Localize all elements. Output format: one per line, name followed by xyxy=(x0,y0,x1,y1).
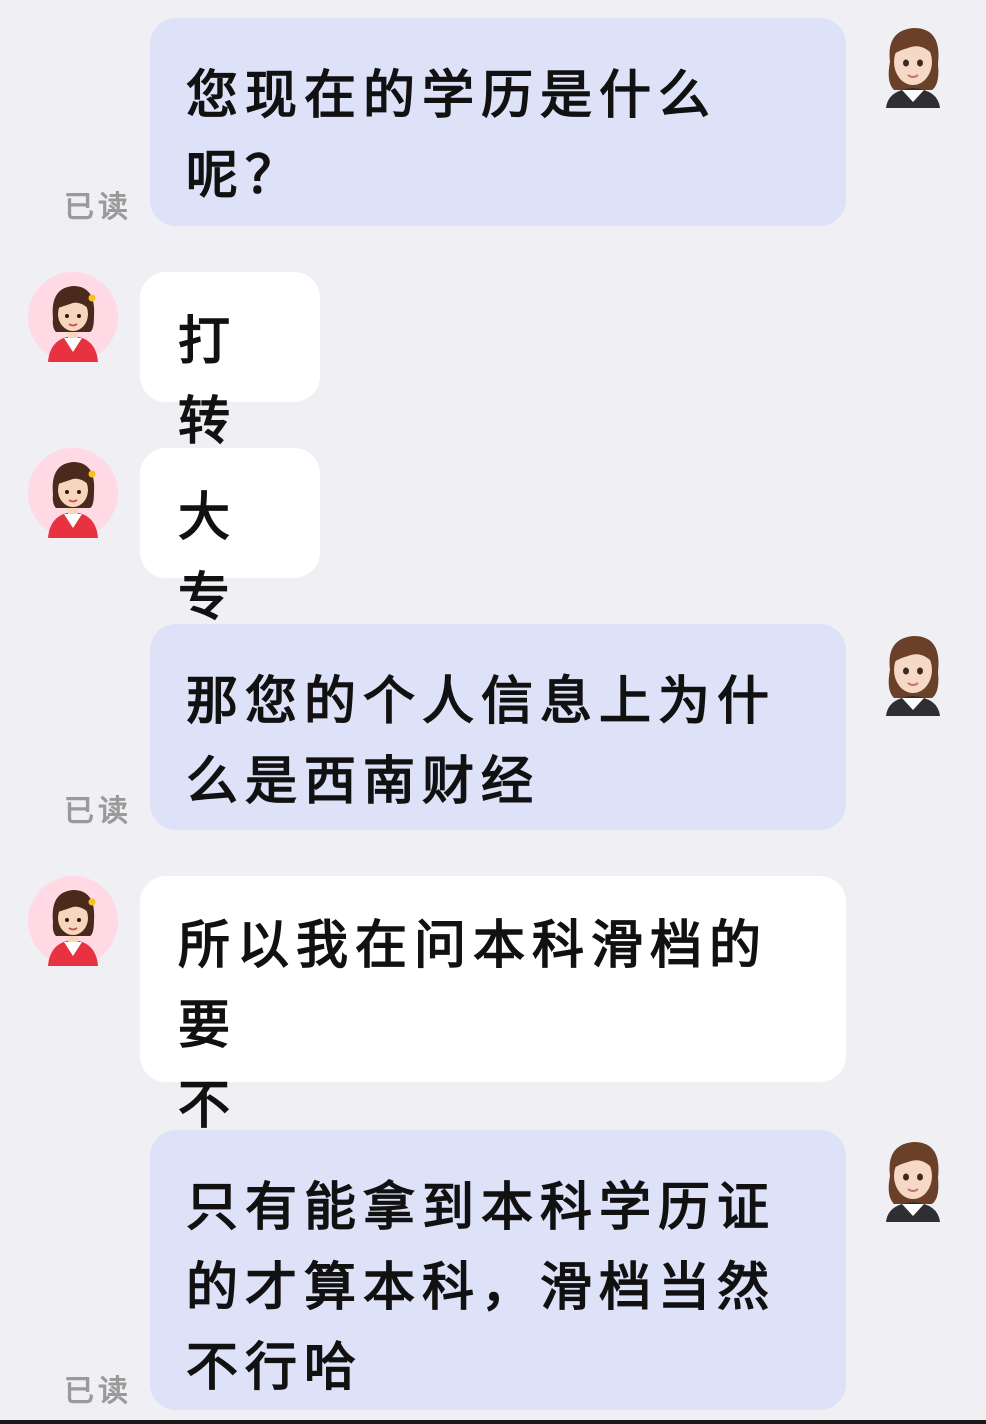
user-avatar-icon[interactable] xyxy=(28,272,118,362)
message-text-line: 打转 xyxy=(178,312,238,452)
message-text-line: 只有能拿到本科学历证 xyxy=(186,1178,777,1238)
agent-avatar-icon[interactable] xyxy=(868,18,958,108)
message-text-line: 的才算本科，滑档当然 xyxy=(186,1258,777,1318)
user-avatar-icon[interactable] xyxy=(28,448,118,538)
agent-avatar-icon[interactable] xyxy=(868,1132,958,1222)
message-text-line: 您现在的学历是什么 xyxy=(186,66,718,126)
agent-avatar-icon[interactable] xyxy=(868,626,958,716)
message-bubble-outgoing[interactable]: 您现在的学历是什么 呢？ xyxy=(150,18,846,226)
message-text-line: 呢？ xyxy=(186,146,305,206)
read-status: 已读 xyxy=(64,1374,132,1409)
user-avatar-icon[interactable] xyxy=(28,876,118,966)
message-text-line: 不行哈 xyxy=(186,1338,364,1398)
read-status: 已读 xyxy=(64,794,132,829)
message-bubble-incoming[interactable]: 大专 xyxy=(140,448,320,628)
message-bubble-outgoing[interactable]: 只有能拿到本科学历证 的才算本科，滑档当然 不行哈 xyxy=(150,1130,846,1410)
read-status: 已读 xyxy=(64,190,132,225)
message-bubble-incoming[interactable]: 所以我在问本科滑档的要 不 xyxy=(140,876,846,1136)
message-text-line: 大专 xyxy=(178,488,238,628)
message-text-line: 那您的个人信息上为什 xyxy=(186,672,777,732)
message-bubble-incoming[interactable]: 打转 xyxy=(140,272,320,452)
message-text-line: 么是西南财经 xyxy=(186,752,541,812)
bottom-divider xyxy=(0,1420,986,1424)
message-text-line: 所以我在问本科滑档的要 xyxy=(178,916,769,1056)
message-bubble-outgoing[interactable]: 那您的个人信息上为什 么是西南财经 xyxy=(150,624,846,830)
